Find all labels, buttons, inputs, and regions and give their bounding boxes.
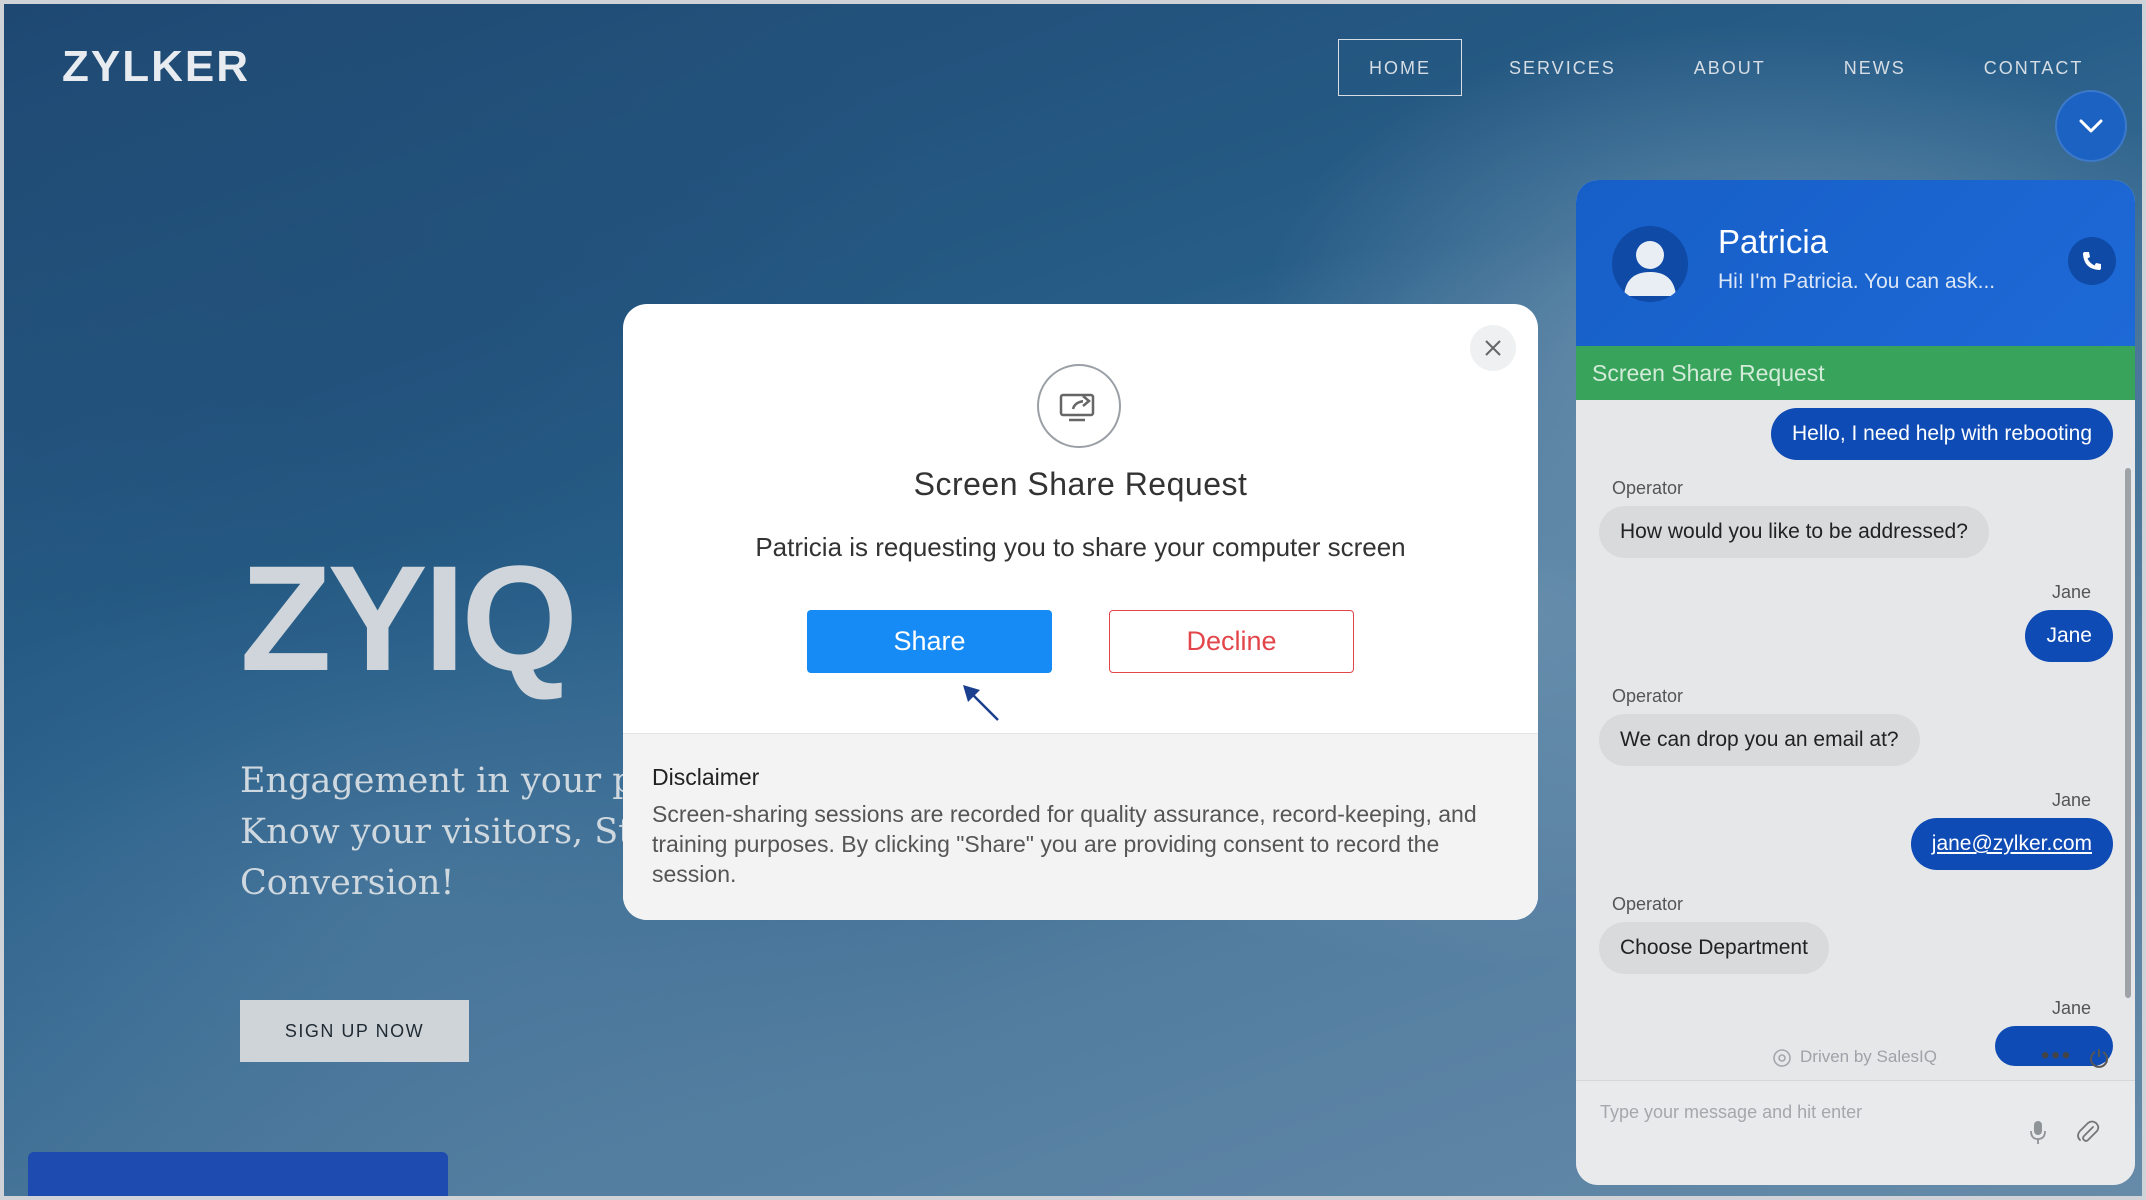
hero-title: ZYIQ (240, 534, 578, 702)
modal-close-button[interactable] (1470, 325, 1516, 371)
salesiq-icon (1773, 1049, 1791, 1067)
message-bubble-visitor: Hello, I need help with rebooting (1770, 408, 2113, 460)
nav-news[interactable]: NEWS (1813, 39, 1937, 96)
disclaimer-title: Disclaimer (652, 764, 760, 790)
modal-title: Screen Share Request (913, 466, 1248, 502)
agent-name: Patricia (1718, 223, 1829, 260)
cursor-icon (963, 685, 999, 721)
sender-label-operator: Operator (1612, 894, 1684, 914)
mic-icon[interactable] (2029, 1119, 2047, 1145)
message-list: Hello, I need help with rebooting Operat… (1576, 400, 2135, 1066)
share-button[interactable]: Share (807, 610, 1052, 673)
screen-share-banner[interactable]: Screen Share Request (1576, 346, 2135, 400)
chat-input-area (1576, 1080, 2135, 1185)
sender-label-visitor: Jane (2051, 582, 2091, 602)
agent-avatar (1612, 226, 1688, 302)
modal-message: Patricia is requesting you to share your… (755, 532, 1406, 562)
chat-header: Patricia Hi! I'm Patricia. You can ask..… (1576, 180, 2135, 346)
message-bubble-operator: We can drop you an email at? (1599, 714, 1920, 766)
phone-icon (2083, 252, 2101, 270)
message-bubble-email-link[interactable]: jane@zylker.com (1910, 818, 2113, 870)
bottom-widget-tab[interactable] (28, 1152, 448, 1196)
nav-services[interactable]: SERVICES (1478, 39, 1647, 96)
site-logo[interactable]: ZYLKER (62, 42, 250, 92)
call-button[interactable] (2068, 237, 2116, 285)
chat-message-input[interactable] (1600, 1097, 2000, 1127)
paperclip-icon[interactable] (2076, 1119, 2100, 1145)
sender-label-operator: Operator (1612, 686, 1684, 706)
nav-about[interactable]: ABOUT (1663, 39, 1797, 96)
powered-by-text[interactable]: Driven by SalesIQ (1800, 1047, 1937, 1067)
screen-share-icon (1059, 393, 1095, 422)
powered-by-bar: Driven by SalesIQ ••• (1576, 1042, 2135, 1076)
disclaimer-body: Screen-sharing sessions are recorded for… (652, 801, 1477, 887)
chevron-down-icon (2079, 119, 2103, 133)
agent-status: Hi! I'm Patricia. You can ask... (1718, 270, 1996, 293)
nav-home[interactable]: HOME (1338, 39, 1462, 96)
sender-label-visitor: Jane (2051, 790, 2091, 810)
sender-label-operator: Operator (1612, 478, 1684, 498)
chat-widget: Patricia Hi! I'm Patricia. You can ask..… (1576, 180, 2135, 1185)
screen-share-modal: Screen Share Request Patricia is request… (623, 304, 1538, 920)
message-bubble-visitor: Jane (2025, 610, 2113, 662)
power-icon[interactable] (2088, 1047, 2110, 1069)
message-bubble-operator: Choose Department (1599, 922, 1829, 974)
page-frame: ZYLKER HOME SERVICES ABOUT NEWS CONTACT … (0, 0, 2146, 1200)
chat-scrollbar[interactable] (2125, 468, 2131, 998)
chat-minimize-button[interactable] (2055, 90, 2127, 162)
sender-label-visitor: Jane (2051, 998, 2091, 1018)
screen-share-icon-wrap (1037, 364, 1121, 448)
close-icon (1485, 340, 1501, 356)
disclaimer-section: Disclaimer Screen-sharing sessions are r… (623, 733, 1538, 920)
more-icon[interactable]: ••• (2041, 1042, 2072, 1070)
message-bubble-operator: How would you like to be addressed? (1599, 506, 1989, 558)
signup-button[interactable]: SIGN UP NOW (240, 1000, 469, 1062)
main-nav: HOME SERVICES ABOUT NEWS CONTACT (1338, 39, 2130, 96)
nav-contact[interactable]: CONTACT (1953, 39, 2115, 96)
decline-button[interactable]: Decline (1109, 610, 1354, 673)
user-avatar-icon (1624, 241, 1676, 296)
